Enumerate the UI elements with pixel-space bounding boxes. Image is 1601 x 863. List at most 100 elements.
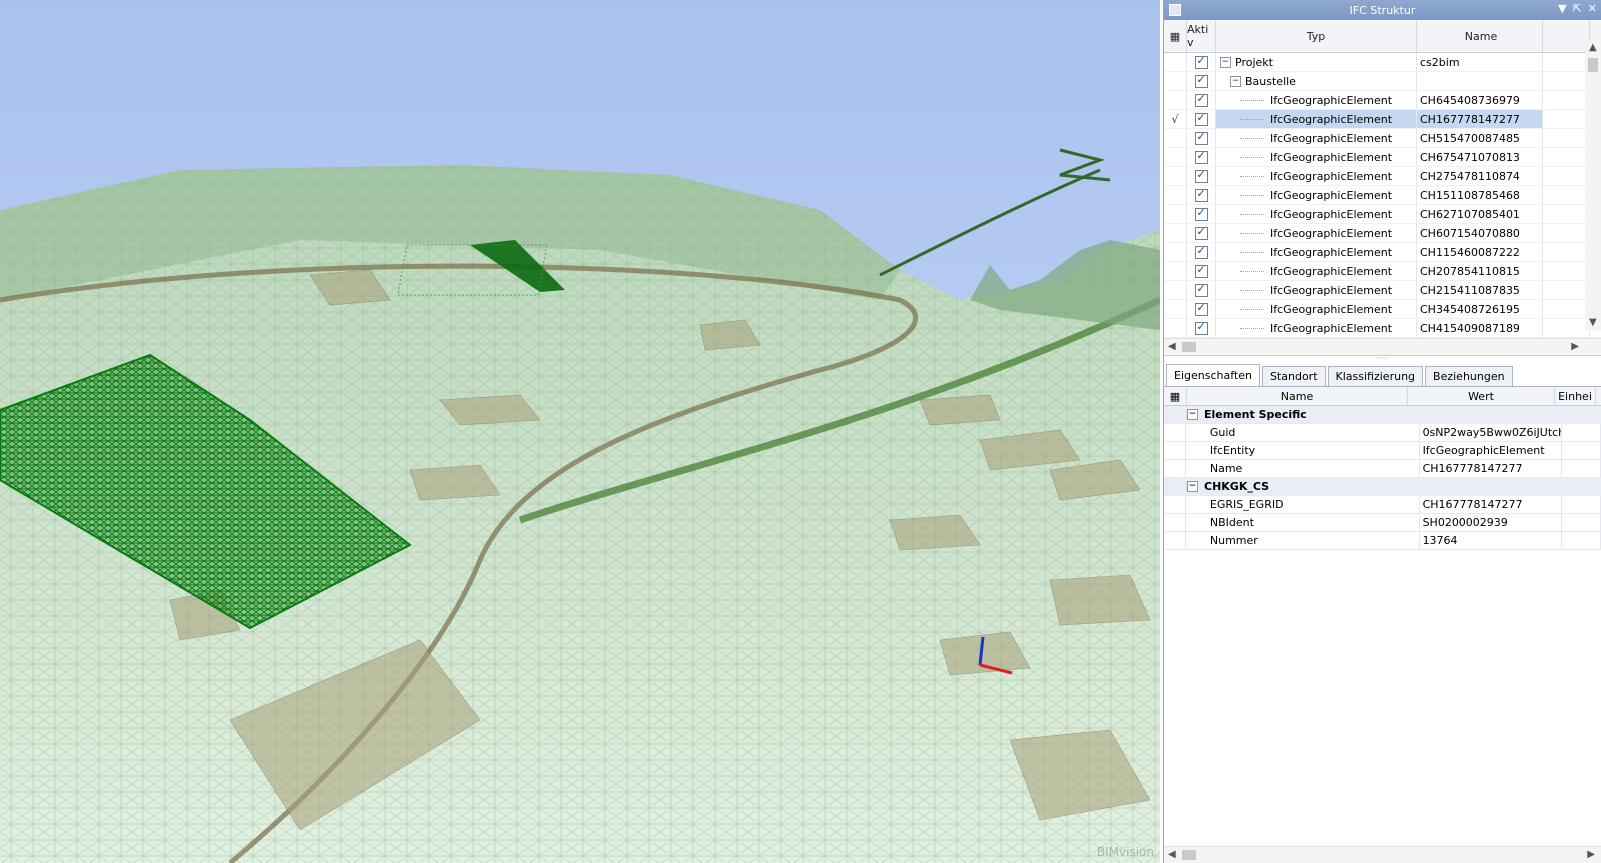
props-grid[interactable]: ▦ Name Wert Einhei − Element Specific Guid…: [1164, 387, 1601, 550]
ifc-tree-row[interactable]: IfcGeographicElement CH645408736979: [1164, 91, 1601, 110]
property-value[interactable]: CH167778147277: [1420, 460, 1563, 477]
row-typ-label: IfcGeographicElement: [1270, 302, 1393, 316]
property-name: Nummer: [1186, 532, 1420, 549]
ifc-tree-row[interactable]: IfcGeographicElement CH607154070880: [1164, 224, 1601, 243]
ifc-tree-row[interactable]: −Projektcs2bim: [1164, 53, 1601, 72]
tab-standort[interactable]: Standort: [1261, 366, 1326, 386]
props-scroll-right-icon[interactable]: ▶: [1587, 849, 1595, 860]
property-group-row[interactable]: − Element Specific: [1164, 406, 1601, 424]
col-prop-wert[interactable]: Wert: [1408, 387, 1555, 405]
aktiv-checkbox[interactable]: [1194, 168, 1208, 183]
3d-viewport[interactable]: BIMvision: [0, 0, 1160, 863]
property-row[interactable]: EGRIS_EGRID CH167778147277: [1164, 496, 1601, 514]
property-row[interactable]: NBIdent SH0200002939: [1164, 514, 1601, 532]
ifc-tree-row[interactable]: IfcGeographicElement CH675471070813: [1164, 148, 1601, 167]
col-prop-name[interactable]: Name: [1187, 387, 1408, 405]
aktiv-checkbox[interactable]: [1194, 73, 1208, 88]
scroll-down-icon[interactable]: ▼: [1589, 317, 1597, 328]
tree-connector: [1240, 308, 1264, 310]
aktiv-checkbox[interactable]: [1194, 187, 1208, 202]
property-name: IfcEntity: [1186, 442, 1420, 459]
property-value[interactable]: SH0200002939: [1420, 514, 1563, 531]
property-name: EGRIS_EGRID: [1186, 496, 1420, 513]
row-indicator: [1164, 72, 1187, 90]
panel-close-icon[interactable]: ✕: [1588, 2, 1597, 15]
ifc-tree-row[interactable]: IfcGeographicElement CH115460087222: [1164, 243, 1601, 262]
panel-float-icon[interactable]: ⇱: [1573, 2, 1582, 15]
row-typ-cell: IfcGeographicElement: [1216, 243, 1417, 261]
tree-connector: [1240, 137, 1264, 139]
props-scroll-left-icon[interactable]: ◀: [1168, 849, 1176, 860]
aktiv-checkbox[interactable]: [1194, 92, 1208, 107]
tree-collapse-icon[interactable]: −: [1220, 56, 1231, 68]
property-row[interactable]: Guid 0sNP2way5Bww0Z6iJUtcho: [1164, 424, 1601, 442]
aktiv-checkbox[interactable]: [1194, 320, 1208, 335]
aktiv-checkbox[interactable]: [1194, 301, 1208, 316]
aktiv-checkbox[interactable]: [1194, 130, 1208, 145]
group-collapse-icon[interactable]: −: [1187, 409, 1198, 420]
aktiv-checkbox[interactable]: [1194, 263, 1208, 278]
col-name[interactable]: Name: [1417, 20, 1543, 52]
ifc-tree-row[interactable]: IfcGeographicElement CH515470087485: [1164, 129, 1601, 148]
property-group-row[interactable]: − CHKGK_CS: [1164, 478, 1601, 496]
tree-connector: [1240, 118, 1264, 120]
ifc-tree-row[interactable]: IfcGeographicElement CH415409087189: [1164, 319, 1601, 338]
property-value[interactable]: 13764: [1420, 532, 1563, 549]
row-extra-cell: [1543, 319, 1590, 337]
props-column-chooser-icon[interactable]: ▦: [1164, 387, 1187, 405]
ifc-horizontal-scrollbar[interactable]: ◀ ▶: [1164, 338, 1601, 355]
tab-klassifizierung[interactable]: Klassifizierung: [1327, 366, 1424, 386]
tree-collapse-icon[interactable]: −: [1230, 75, 1241, 87]
ifc-tree-grid[interactable]: ▦ Akti v Typ Name −Projektcs2bim−Baustel…: [1164, 20, 1601, 356]
property-value[interactable]: CH167778147277: [1420, 496, 1563, 513]
tab-beziehungen[interactable]: Beziehungen: [1425, 366, 1513, 386]
ifc-tree-row[interactable]: IfcGeographicElement CH207854110815: [1164, 262, 1601, 281]
terrain-mesh-view[interactable]: [0, 0, 1160, 863]
property-value[interactable]: 0sNP2way5Bww0Z6iJUtcho: [1420, 424, 1563, 441]
panel-splitter[interactable]: ·····: [1164, 355, 1601, 364]
ifc-tree-row[interactable]: −Baustelle: [1164, 72, 1601, 91]
tree-connector: [1240, 251, 1264, 253]
row-typ-cell: IfcGeographicElement: [1216, 281, 1417, 299]
aktiv-checkbox[interactable]: [1194, 244, 1208, 259]
ifc-tree-row[interactable]: √ IfcGeographicElement CH167778147277: [1164, 110, 1601, 129]
col-typ[interactable]: Typ: [1216, 20, 1417, 52]
scroll-up-icon[interactable]: ▲: [1589, 42, 1597, 53]
aktiv-checkbox[interactable]: [1194, 225, 1208, 240]
tree-connector: [1240, 327, 1264, 329]
scroll-right-icon[interactable]: ▶: [1571, 341, 1579, 352]
col-aktiv[interactable]: Akti v: [1187, 20, 1216, 52]
ifc-tree-row[interactable]: IfcGeographicElement CH215411087835: [1164, 281, 1601, 300]
property-value[interactable]: IfcGeographicElement: [1420, 442, 1563, 459]
aktiv-checkbox[interactable]: [1194, 54, 1208, 69]
aktiv-checkbox[interactable]: [1194, 111, 1208, 126]
property-row[interactable]: Nummer 13764: [1164, 532, 1601, 550]
row-typ-label: IfcGeographicElement: [1270, 207, 1393, 221]
property-row[interactable]: Name CH167778147277: [1164, 460, 1601, 478]
group-indent: [1164, 406, 1187, 423]
panel-dropdown-icon[interactable]: ▼: [1558, 2, 1566, 15]
ifc-tree-row[interactable]: IfcGeographicElement CH345408726195: [1164, 300, 1601, 319]
aktiv-checkbox[interactable]: [1194, 206, 1208, 221]
ifc-vertical-scrollbar[interactable]: ▲ ▼: [1585, 40, 1601, 330]
props-grid-header: ▦ Name Wert Einhei: [1164, 387, 1601, 406]
tab-eigenschaften[interactable]: Eigenschaften: [1166, 364, 1260, 386]
props-horizontal-scrollbar[interactable]: ◀ ▶: [1164, 846, 1601, 863]
group-title-cell: − Element Specific: [1187, 406, 1553, 423]
row-indicator: [1164, 205, 1187, 223]
aktiv-checkbox[interactable]: [1194, 149, 1208, 164]
row-typ-cell: IfcGeographicElement: [1216, 205, 1417, 223]
ifc-tree-row[interactable]: IfcGeographicElement CH627107085401: [1164, 205, 1601, 224]
column-chooser-icon[interactable]: ▦: [1164, 20, 1187, 52]
property-row[interactable]: IfcEntity IfcGeographicElement: [1164, 442, 1601, 460]
group-collapse-icon[interactable]: −: [1187, 481, 1198, 492]
row-aktiv-cell: [1187, 243, 1216, 261]
row-aktiv-cell: [1187, 300, 1216, 318]
ifc-tree-row[interactable]: IfcGeographicElement CH275478110874: [1164, 167, 1601, 186]
aktiv-checkbox[interactable]: [1194, 282, 1208, 297]
ifc-tree-row[interactable]: IfcGeographicElement CH151108785468: [1164, 186, 1601, 205]
row-indent: [1164, 496, 1186, 513]
scroll-left-icon[interactable]: ◀: [1168, 341, 1176, 352]
col-prop-einheit[interactable]: Einhei: [1555, 387, 1596, 405]
row-indicator: [1164, 224, 1187, 242]
